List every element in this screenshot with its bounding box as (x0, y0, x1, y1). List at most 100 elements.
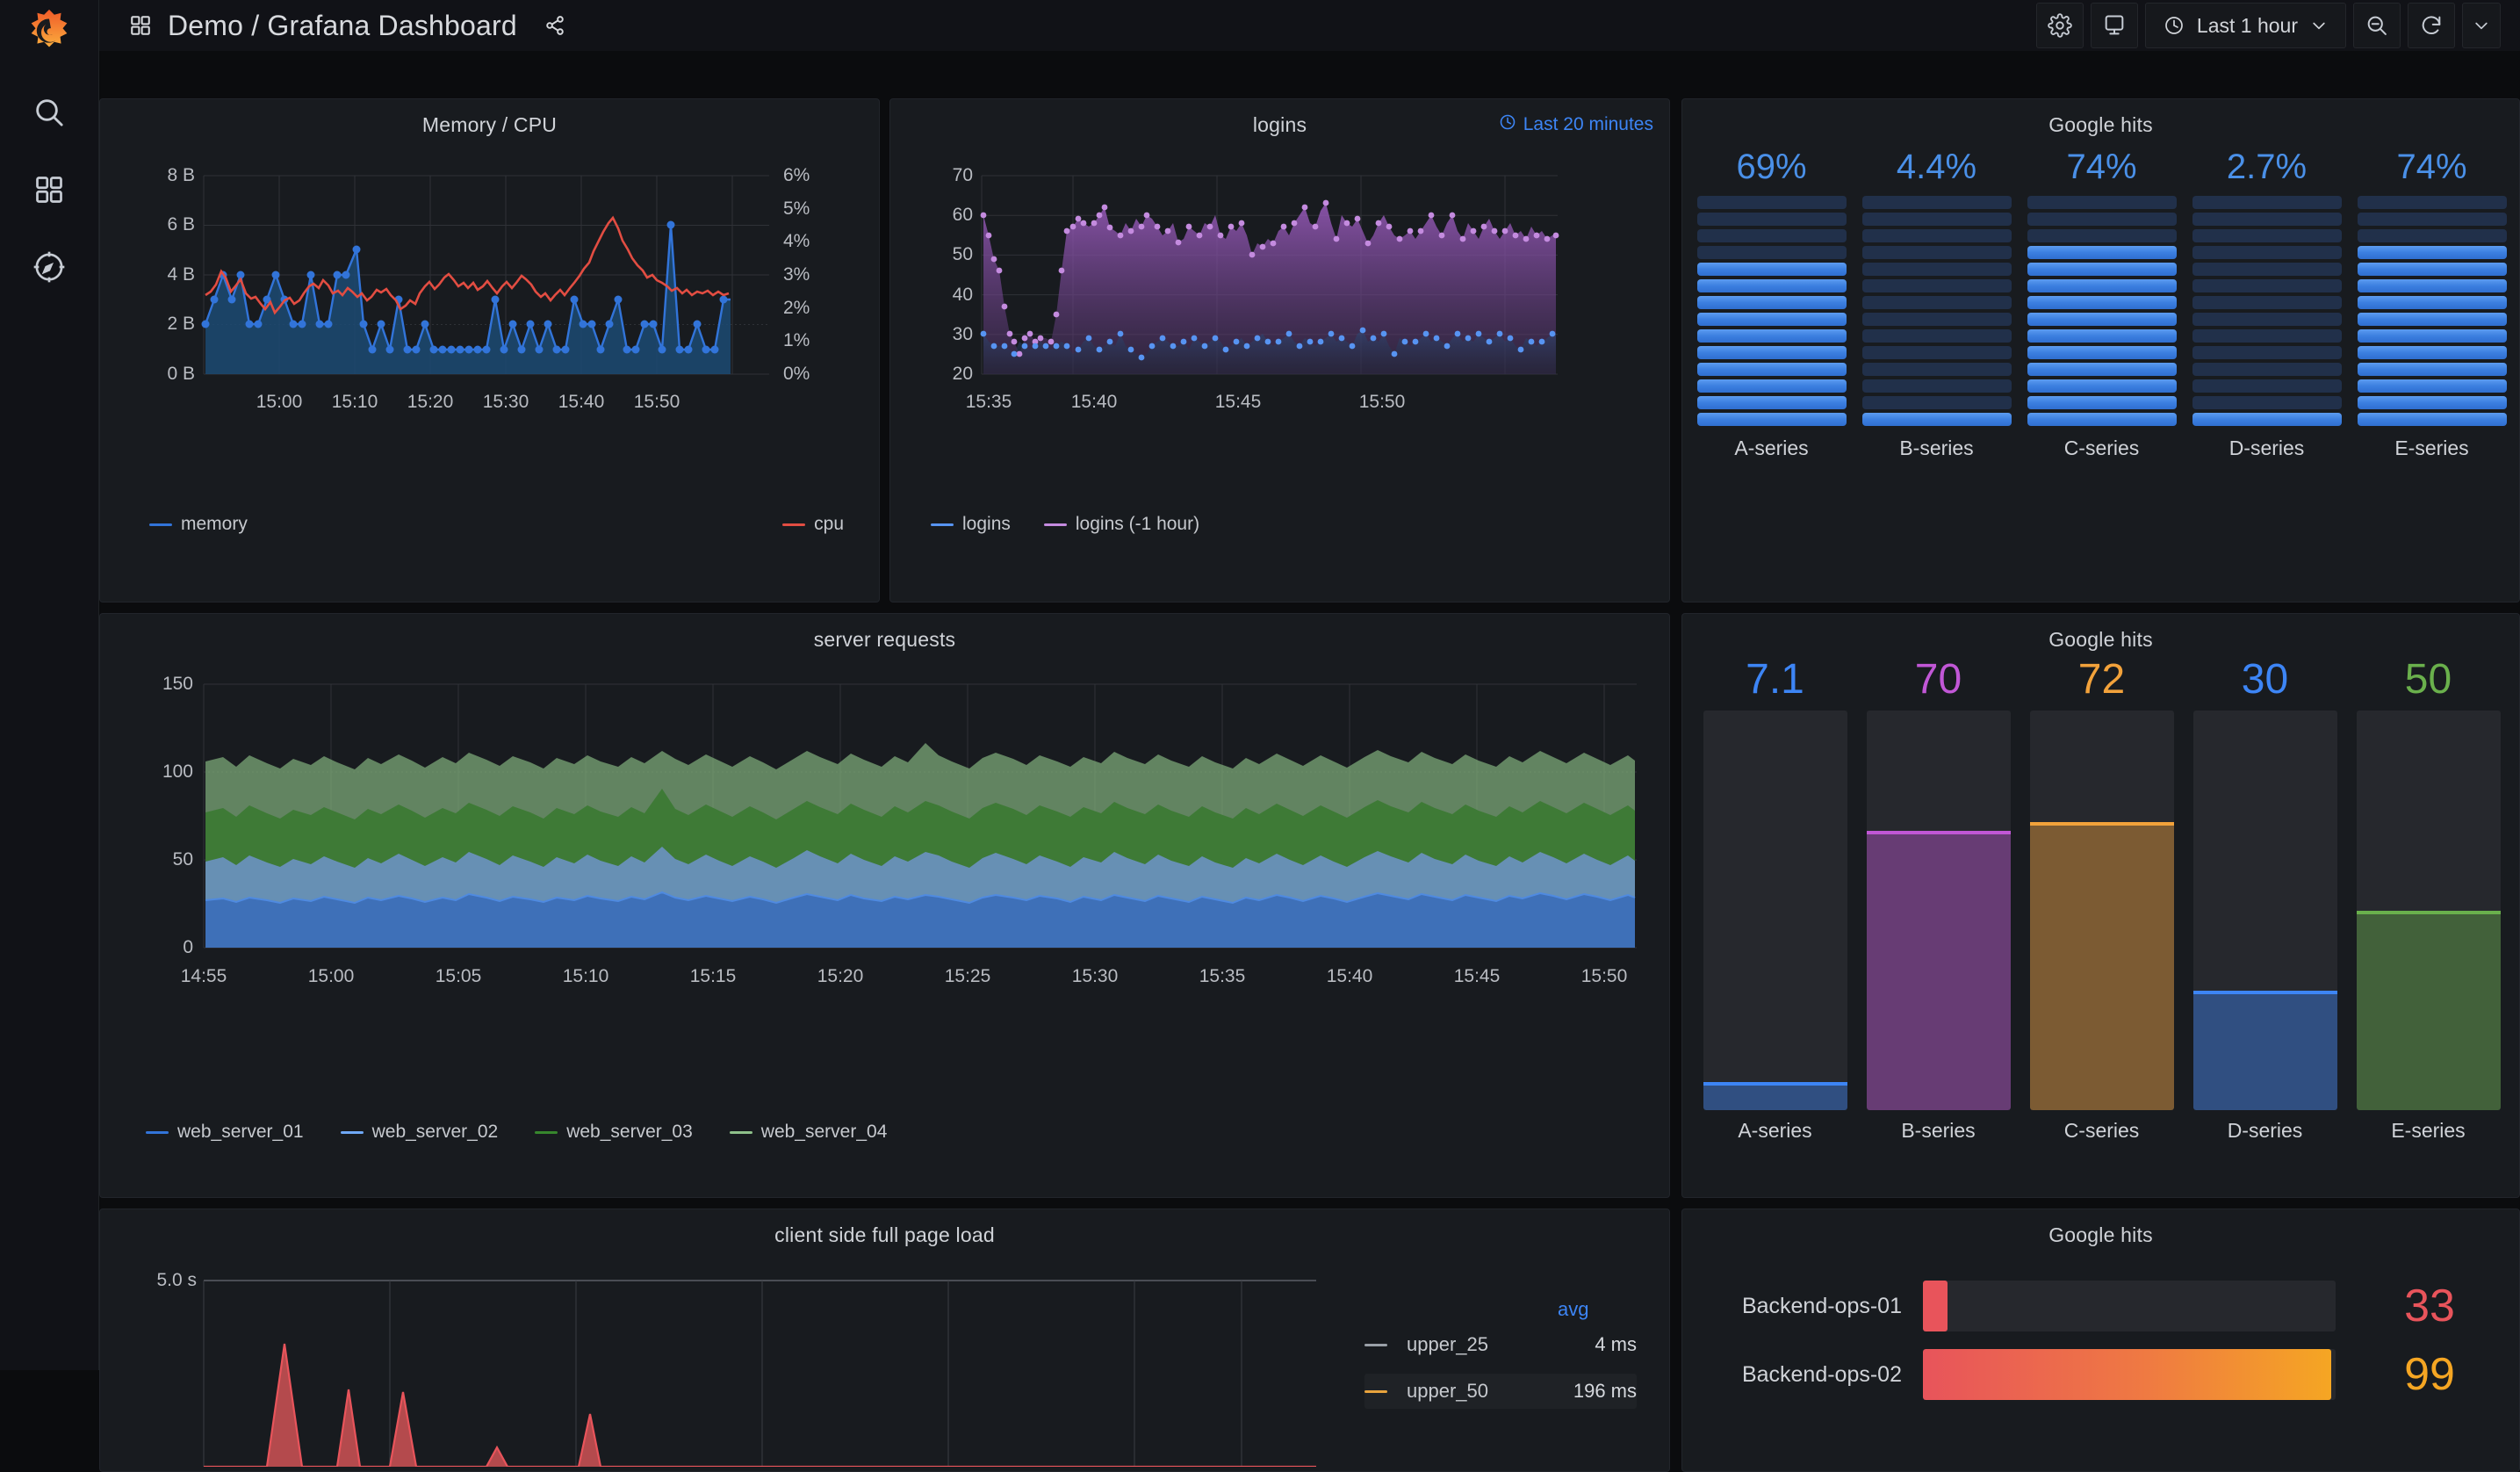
legend-item-logins[interactable]: logins (931, 514, 1011, 535)
hbar-gauge-value: 99 (2404, 1349, 2455, 1400)
legend-item-web-server-03[interactable]: web_server_03 (535, 1122, 693, 1143)
x-axis-label: 15:50 (633, 392, 680, 412)
sidebar (0, 0, 99, 1370)
panel-server-requests[interactable]: server requests 150 100 50 0 14:55 15:00… (99, 613, 1670, 1198)
led-segment (1696, 346, 1847, 359)
legend-label: cpu (814, 514, 844, 534)
led-segment (2192, 296, 2342, 309)
led-segment (1861, 363, 2012, 376)
y2-axis-label: 5% (783, 198, 810, 219)
sidebar-item-dashboards[interactable] (23, 163, 76, 216)
vbar-gauge-value: 30 (2241, 656, 2289, 703)
led-segment (1696, 413, 1847, 426)
kiosk-tv-button[interactable] (2090, 3, 2138, 48)
legend: logins logins (-1 hour) (931, 514, 1199, 535)
refresh-interval-dropdown[interactable] (2462, 3, 2501, 48)
led-segment (1696, 196, 1847, 209)
legend-label: logins (962, 514, 1011, 534)
legend-item-memory[interactable]: memory (149, 514, 248, 535)
led-gauge-column[interactable]: 69% A-series (1696, 148, 1847, 460)
led-segment (2192, 379, 2342, 393)
legend-item-web-server-02[interactable]: web_server_02 (340, 1122, 499, 1143)
panel-time-override-badge[interactable]: Last 20 minutes (1499, 113, 1653, 136)
led-segment (2027, 313, 2177, 326)
panel-google-hits-hbar[interactable]: Google hits Backend-ops-01 33 Backend-ops-… (1681, 1209, 2520, 1472)
led-gauge-column[interactable]: 4.4% B-series (1861, 148, 2012, 460)
sidebar-item-search[interactable] (23, 86, 76, 139)
time-range-label: Last 1 hour (2196, 13, 2298, 37)
dashboard-settings-button[interactable] (2035, 3, 2084, 48)
panel-title: Google hits (2048, 1223, 2153, 1246)
vbar-gauge-column[interactable]: 72 C-series (2029, 655, 2174, 1143)
led-gauge-label: C-series (2063, 437, 2140, 459)
x-axis-label: 15:00 (256, 392, 303, 412)
hbar-gauge-row[interactable]: Backend-ops-02 99 (1700, 1347, 2503, 1402)
x-axis-label: 15:40 (1326, 966, 1373, 986)
led-segment (1861, 196, 2012, 209)
led-segment (1696, 329, 1847, 343)
time-range-picker[interactable]: Last 1 hour (2144, 3, 2346, 48)
vbar-gauge-column[interactable]: 50 E-series (2356, 655, 2501, 1143)
vbar-gauge-column[interactable]: 70 B-series (1866, 655, 2011, 1143)
panel-header: Memory / CPU (100, 99, 879, 137)
legend-color-swatch (1043, 523, 1067, 526)
led-gauge-value: 69% (1736, 148, 1807, 186)
panel-logins[interactable]: logins Last 20 minutes 70 60 50 40 30 20… (889, 98, 1670, 603)
legend-color-swatch (1364, 1343, 1387, 1346)
led-segment (2027, 229, 2177, 242)
led-segment (2192, 396, 2342, 409)
led-segment (1696, 379, 1847, 393)
x-axis-label: 15:50 (1580, 966, 1628, 986)
hbar-fill (1923, 1281, 1948, 1331)
share-icon[interactable] (544, 14, 566, 37)
panel-time-label: Last 20 minutes (1523, 114, 1653, 134)
grafana-logo-icon[interactable] (22, 7, 76, 61)
vbar-gauge-container: 7.1 A-series 70 B-series 72 C-series 30 D-serie… (1682, 652, 2519, 1187)
dashboards-grid-icon (129, 14, 152, 37)
led-gauge-column[interactable]: 74% C-series (2027, 148, 2177, 460)
led-segment (2027, 396, 2177, 409)
client-page-load-svg (203, 1280, 1316, 1468)
client-page-load-chart: 5.0 s avg upper_25 4 ms upper_50 196 ms (100, 1247, 1669, 1468)
vbar-gauge-label: E-series (2391, 1119, 2466, 1142)
legend-color-swatch (535, 1130, 558, 1134)
x-axis-label: 15:30 (482, 392, 529, 412)
led-segment (2357, 413, 2507, 426)
sidebar-item-explore[interactable] (23, 241, 76, 293)
vbar-gauge-column[interactable]: 7.1 A-series (1703, 655, 1847, 1143)
refresh-button[interactable] (2408, 3, 2455, 48)
panel-header: logins Last 20 minutes (890, 99, 1669, 137)
logins-svg (980, 175, 1559, 375)
hbar-gauge-row[interactable]: Backend-ops-01 33 (1700, 1279, 2503, 1333)
led-gauge-column[interactable]: 74% E-series (2357, 148, 2507, 460)
x-axis-label: 15:40 (1070, 392, 1118, 412)
legend-row-upper-50[interactable]: upper_50 196 ms (1364, 1374, 1637, 1409)
memory-cpu-chart: 8 B 6 B 4 B 2 B 0 B 6% 5% 4% 3% 2% 1% 0%… (100, 137, 879, 541)
led-segment (2357, 213, 2507, 226)
legend-item-logins-prev[interactable]: logins (-1 hour) (1043, 514, 1199, 535)
y-axis-label: 4 B (167, 264, 195, 285)
legend-item-web-server-04[interactable]: web_server_04 (729, 1122, 887, 1143)
legend-label: web_server_02 (371, 1122, 499, 1142)
legend-row-upper-25[interactable]: upper_25 4 ms (1364, 1333, 1637, 1356)
led-segment (1861, 313, 2012, 326)
legend-item-web-server-01[interactable]: web_server_01 (146, 1122, 304, 1143)
led-segment (2027, 246, 2177, 259)
led-segment (1861, 379, 2012, 393)
led-segment (2192, 329, 2342, 343)
hbar-track (1923, 1281, 2336, 1331)
toolbar: Last 1 hour (2035, 3, 2520, 48)
panel-client-page-load[interactable]: client side full page load 5.0 s avg upp… (99, 1209, 1670, 1472)
led-gauge-column[interactable]: 2.7% D-series (2192, 148, 2342, 460)
legend-item-cpu[interactable]: cpu (782, 514, 844, 535)
led-segment-stack (1696, 196, 1847, 426)
panel-memory-cpu[interactable]: Memory / CPU 8 B 6 B 4 B 2 B 0 B 6% 5% 4… (99, 98, 880, 603)
zoom-out-time-button[interactable] (2353, 3, 2401, 48)
vbar-gauge-column[interactable]: 30 D-series (2192, 655, 2337, 1143)
panel-google-hits-vbar[interactable]: Google hits 7.1 A-series 70 B-series 72 C-ser… (1681, 613, 2520, 1198)
legend-label: web_server_01 (177, 1122, 304, 1142)
hbar-track (1923, 1349, 2336, 1400)
page-title[interactable]: Demo / Grafana Dashboard (168, 10, 517, 42)
panel-google-hits-led[interactable]: Google hits 69% A-series 4.4% B-series 74% C-… (1681, 98, 2520, 603)
vbar-gauge-label: D-series (2227, 1119, 2303, 1142)
